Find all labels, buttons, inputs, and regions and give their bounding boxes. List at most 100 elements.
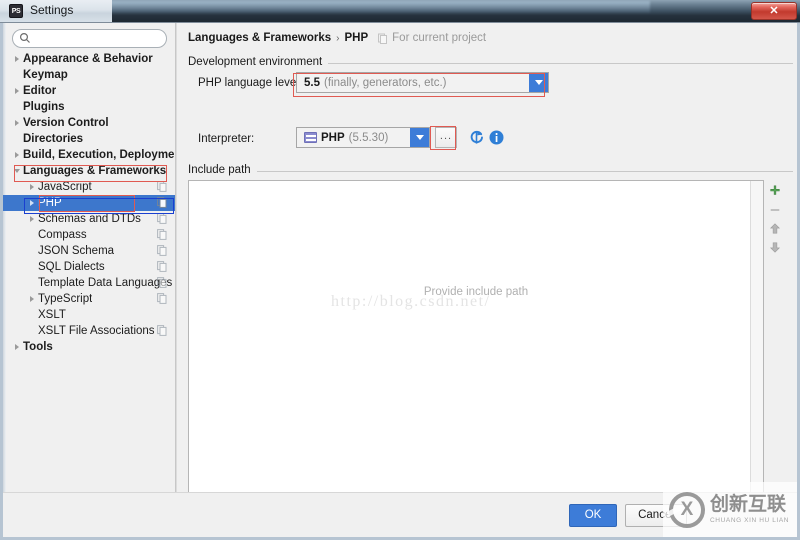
chevron-right-icon[interactable] xyxy=(10,88,23,94)
sidebar-item-javascript[interactable]: JavaScript xyxy=(3,179,175,195)
sidebar-item-languages-frameworks[interactable]: Languages & Frameworks xyxy=(3,163,175,179)
arrow-up-icon xyxy=(769,223,781,234)
config-scope-icon xyxy=(157,293,167,304)
pane-divider xyxy=(175,23,177,492)
remove-button[interactable] xyxy=(765,200,785,219)
sidebar-item-php[interactable]: PHP xyxy=(3,195,175,211)
chevron-right-icon[interactable] xyxy=(10,152,23,158)
breadcrumb-scope-text: For current project xyxy=(392,32,487,44)
settings-content: Languages & Frameworks › PHP For current… xyxy=(181,23,797,498)
minus-icon xyxy=(770,208,780,211)
breadcrumb-scope-note: For current project xyxy=(377,32,486,44)
arrow-down-icon xyxy=(769,242,781,253)
config-scope-icon xyxy=(157,277,167,288)
sidebar-item-template-data-languages[interactable]: Template Data Languages xyxy=(3,275,175,291)
sidebar-item-label: PHP xyxy=(38,197,62,209)
sidebar-item-label: Appearance & Behavior xyxy=(23,53,153,65)
sidebar-item-label: Template Data Languages xyxy=(38,277,173,289)
sidebar-item-label: Plugins xyxy=(23,101,65,113)
sidebar-item-xslt[interactable]: XSLT xyxy=(3,307,175,323)
php-icon xyxy=(304,132,317,143)
sidebar-item-label: Editor xyxy=(23,85,57,97)
config-scope-icon xyxy=(157,181,167,192)
chevron-right-icon[interactable] xyxy=(25,200,38,206)
settings-sidebar: Appearance & Behavior Keymap Editor Plugins… xyxy=(3,23,175,492)
sidebar-item-label: XSLT File Associations xyxy=(38,325,155,337)
plus-icon xyxy=(770,185,780,195)
sidebar-item-label: JavaScript xyxy=(38,181,92,193)
sidebar-item-label: SQL Dialects xyxy=(38,261,105,273)
move-up-button[interactable] xyxy=(765,219,785,238)
breadcrumb: Languages & Frameworks › PHP For current… xyxy=(188,32,486,44)
php-language-level-version: 5.5 xyxy=(304,76,320,89)
info-icon[interactable] xyxy=(488,129,505,146)
group-separator-line xyxy=(188,171,793,172)
config-scope-icon xyxy=(157,245,167,256)
php-language-level-desc: (finally, generators, etc.) xyxy=(324,76,447,89)
sidebar-item-editor[interactable]: Editor xyxy=(3,83,175,99)
interpreter-browse-button[interactable]: ... xyxy=(435,127,457,148)
titlebar-glass xyxy=(110,1,650,13)
chevron-down-icon[interactable] xyxy=(410,128,429,147)
include-path-toolbar xyxy=(765,181,785,257)
watermark-url: http://blog.csdn.net/ xyxy=(331,293,491,310)
sidebar-item-compass[interactable]: Compass xyxy=(3,227,175,243)
interpreter-value: PHP (5.5.30) xyxy=(297,132,410,144)
search-input[interactable] xyxy=(12,28,167,48)
sidebar-item-keymap[interactable]: Keymap xyxy=(3,67,175,83)
close-button[interactable]: ✕ xyxy=(751,2,797,20)
breadcrumb-leaf: PHP xyxy=(344,32,369,44)
sidebar-item-schemas-and-dtds[interactable]: Schemas and DTDs xyxy=(3,211,175,227)
sidebar-item-label: TypeScript xyxy=(38,293,93,305)
sidebar-item-label: Languages & Frameworks xyxy=(23,165,167,177)
interpreter-label: Interpreter: xyxy=(198,133,255,145)
sidebar-item-tools[interactable]: Tools xyxy=(3,339,175,355)
development-environment-title: Development environment xyxy=(188,56,329,68)
breadcrumb-root: Languages & Frameworks xyxy=(188,32,332,44)
config-scope-icon xyxy=(157,261,167,272)
sidebar-item-version-control[interactable]: Version Control xyxy=(3,115,175,131)
php-language-level-label: PHP language level: xyxy=(198,77,302,89)
chevron-down-icon[interactable] xyxy=(529,73,548,92)
config-scope-icon xyxy=(157,229,167,240)
sidebar-item-label: Build, Execution, Deployment xyxy=(23,149,175,161)
settings-dialog: PS Settings ✕ Appearance & Behavior Keyma… xyxy=(0,0,800,540)
chevron-right-icon[interactable] xyxy=(25,296,38,302)
sidebar-item-sql-dialects[interactable]: SQL Dialects xyxy=(3,259,175,275)
interpreter-combo[interactable]: PHP (5.5.30) xyxy=(296,127,430,148)
chevron-right-icon[interactable] xyxy=(10,344,23,350)
project-scope-icon xyxy=(378,33,388,44)
chevron-right-icon[interactable] xyxy=(10,56,23,62)
sidebar-item-json-schema[interactable]: JSON Schema xyxy=(3,243,175,259)
add-button[interactable] xyxy=(765,181,785,200)
php-language-level-combo[interactable]: 5.5 (finally, generators, etc.) xyxy=(296,72,549,93)
config-scope-icon xyxy=(157,325,167,336)
interpreter-version: (5.5.30) xyxy=(348,131,389,144)
logo-text-block: 创新互联 CHUANG XIN HU LIAN xyxy=(710,495,790,525)
sidebar-item-appearance-behavior[interactable]: Appearance & Behavior xyxy=(3,51,175,67)
watermark-logo: 创新互联 CHUANG XIN HU LIAN xyxy=(663,482,797,537)
ok-button[interactable]: OK xyxy=(569,504,617,527)
sidebar-item-xslt-file-associations[interactable]: XSLT File Associations xyxy=(3,323,175,339)
window-titlebar: PS Settings ✕ xyxy=(0,0,800,23)
logo-pinyin-text: CHUANG XIN HU LIAN xyxy=(710,517,790,524)
chevron-right-icon[interactable] xyxy=(25,216,38,222)
sidebar-item-label: JSON Schema xyxy=(38,245,115,257)
chevron-right-icon[interactable] xyxy=(10,120,23,126)
sidebar-item-plugins[interactable]: Plugins xyxy=(3,99,175,115)
sidebar-item-typescript[interactable]: TypeScript xyxy=(3,291,175,307)
sidebar-item-build-execution-deployment[interactable]: Build, Execution, Deployment xyxy=(3,147,175,163)
chevron-right-icon[interactable] xyxy=(25,184,38,190)
refresh-icon[interactable] xyxy=(468,129,485,146)
config-scope-icon xyxy=(157,197,167,208)
chevron-down-icon[interactable] xyxy=(10,169,23,173)
include-path-vertical-scrollbar[interactable] xyxy=(750,181,763,497)
include-path-list[interactable]: Provide include path xyxy=(188,180,764,498)
sidebar-item-label: XSLT xyxy=(38,309,66,321)
sidebar-item-directories[interactable]: Directories xyxy=(3,131,175,147)
sidebar-item-label: Tools xyxy=(23,341,53,353)
php-language-level-value: 5.5 (finally, generators, etc.) xyxy=(297,77,529,89)
move-down-button[interactable] xyxy=(765,238,785,257)
dialog-body: Appearance & Behavior Keymap Editor Plugins… xyxy=(0,23,800,540)
config-scope-icon xyxy=(157,213,167,224)
